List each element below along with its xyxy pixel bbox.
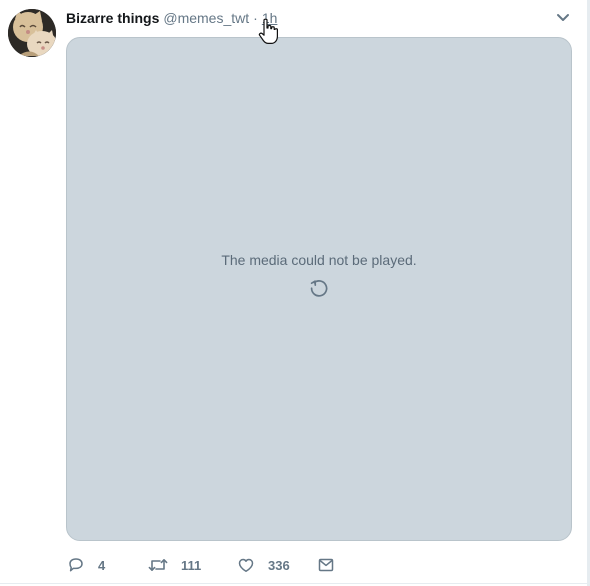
media-player[interactable]: The media could not be played. bbox=[66, 37, 572, 541]
heart-icon bbox=[238, 558, 254, 573]
retry-button[interactable] bbox=[308, 277, 330, 299]
reply-button[interactable]: 4 bbox=[66, 553, 147, 577]
cat-avatar-icon bbox=[8, 9, 56, 57]
separator-dot: · bbox=[253, 10, 258, 26]
tweet-header: Bizarre things @memes_twt · 1h bbox=[66, 8, 277, 28]
user-handle[interactable]: @memes_twt bbox=[163, 9, 249, 27]
like-button[interactable]: 336 bbox=[236, 553, 316, 577]
display-name[interactable]: Bizarre things bbox=[66, 9, 159, 27]
reply-icon bbox=[69, 558, 83, 572]
media-error-message: The media could not be played. bbox=[221, 252, 417, 268]
avatar[interactable] bbox=[8, 9, 56, 57]
chevron-down-icon bbox=[557, 14, 569, 21]
direct-message-button[interactable] bbox=[316, 553, 336, 577]
reply-count: 4 bbox=[98, 557, 106, 573]
tweet-timestamp[interactable]: 1h bbox=[262, 9, 278, 27]
envelope-icon bbox=[318, 558, 334, 572]
tweet-bottom-divider bbox=[0, 583, 590, 584]
retweet-button[interactable]: 111 bbox=[147, 553, 236, 577]
tweet-menu-button[interactable] bbox=[553, 9, 573, 27]
retry-icon bbox=[310, 280, 328, 297]
tweet-actions: 4 111 336 bbox=[66, 553, 336, 577]
tweet[interactable]: Bizarre things @memes_twt · 1h The media… bbox=[0, 0, 590, 586]
retweet-icon bbox=[148, 559, 168, 571]
like-count: 336 bbox=[268, 557, 290, 573]
retweet-count: 111 bbox=[181, 557, 202, 573]
